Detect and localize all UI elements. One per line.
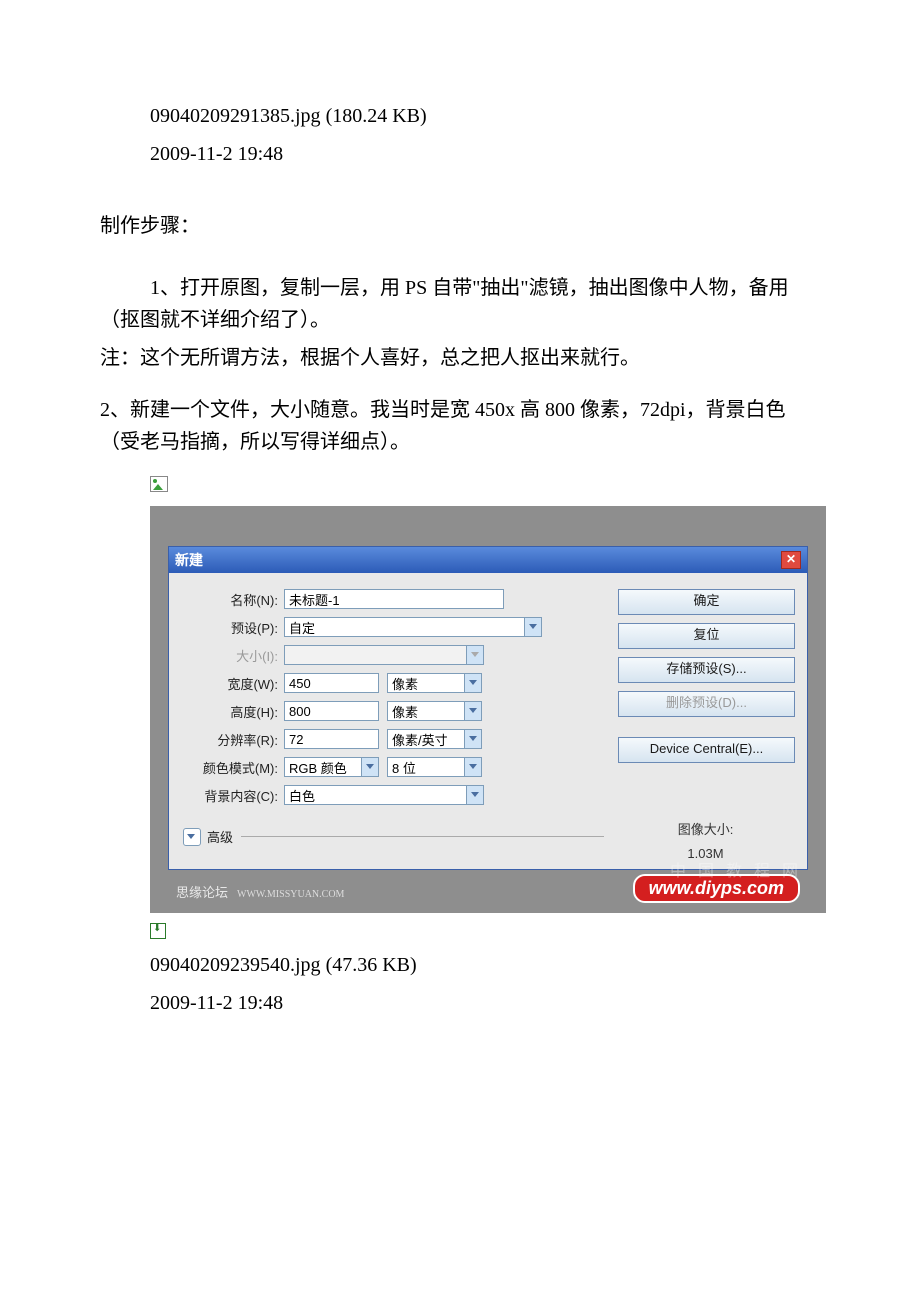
steps-heading: 制作步骤： bbox=[100, 210, 820, 242]
name-label: 名称(N): bbox=[183, 590, 284, 609]
advanced-toggle-icon[interactable] bbox=[183, 828, 201, 846]
delete-preset-button: 删除预设(D)... bbox=[618, 691, 795, 717]
filename: 09040209291385.jpg bbox=[150, 105, 321, 127]
step2-text: 2、新建一个文件，大小随意。我当时是宽 450x 高 800 像素，72dpi，… bbox=[100, 394, 820, 458]
bottom-image-timestamp: 2009-11-2 19:48 bbox=[150, 987, 820, 1019]
advanced-label: 高级 bbox=[207, 827, 233, 846]
filename: 09040209239540.jpg bbox=[150, 954, 321, 976]
height-unit-select[interactable]: 像素 bbox=[387, 701, 482, 721]
bitdepth-value: 8 位 bbox=[388, 758, 464, 777]
preset-value: 自定 bbox=[285, 618, 524, 637]
close-icon[interactable]: ✕ bbox=[781, 551, 801, 569]
step1-text: 1、打开原图，复制一层，用 PS 自带"抽出"滤镜，抽出图像中人物，备用（抠图就… bbox=[100, 272, 820, 336]
width-input[interactable] bbox=[284, 673, 379, 693]
colormode-value: RGB 颜色 bbox=[285, 758, 361, 777]
resolution-unit: 像素/英寸 bbox=[388, 730, 464, 749]
filesize: (180.24 KB) bbox=[326, 105, 427, 127]
width-unit: 像素 bbox=[388, 674, 464, 693]
dialog-titlebar: 新建 ✕ bbox=[169, 547, 807, 573]
chevron-down-icon bbox=[524, 618, 541, 636]
reset-button[interactable]: 复位 bbox=[618, 623, 795, 649]
bg-label: 背景内容(C): bbox=[183, 786, 284, 805]
save-preset-button[interactable]: 存储预设(S)... bbox=[618, 657, 795, 683]
chevron-down-icon bbox=[464, 758, 481, 776]
size-label: 大小(I): bbox=[183, 646, 284, 665]
chevron-down-icon bbox=[464, 674, 481, 692]
image-size-label: 图像大小: bbox=[618, 819, 793, 838]
colormode-select[interactable]: RGB 颜色 bbox=[284, 757, 379, 777]
height-input[interactable] bbox=[284, 701, 379, 721]
divider bbox=[241, 836, 604, 837]
size-select bbox=[284, 645, 484, 665]
colormode-label: 颜色模式(M): bbox=[183, 758, 284, 777]
image-placeholder-icon bbox=[150, 476, 168, 492]
preset-select[interactable]: 自定 bbox=[284, 617, 542, 637]
download-icon bbox=[150, 923, 166, 939]
cn-watermark: 中 国 教 程 网 bbox=[670, 857, 802, 881]
ok-button[interactable]: 确定 bbox=[618, 589, 795, 615]
chevron-down-icon bbox=[361, 758, 378, 776]
resolution-unit-select[interactable]: 像素/英寸 bbox=[387, 729, 482, 749]
name-input[interactable] bbox=[284, 589, 504, 609]
bottom-image-filename: 09040209239540.jpg (47.36 KB) bbox=[150, 949, 820, 981]
step1-note: 注：这个无所谓方法，根据个人喜好，总之把人抠出来就行。 bbox=[100, 342, 820, 374]
bitdepth-select[interactable]: 8 位 bbox=[387, 757, 482, 777]
bg-value: 白色 bbox=[285, 786, 466, 805]
forum-label: 思缘论坛 bbox=[176, 885, 228, 900]
new-document-dialog: 新建 ✕ 名称(N): 预设(P): 自定 bbox=[168, 546, 808, 870]
dialog-title: 新建 bbox=[175, 550, 203, 570]
top-image-filename: 09040209291385.jpg (180.24 KB) bbox=[150, 100, 820, 132]
device-central-button[interactable]: Device Central(E)... bbox=[618, 737, 795, 763]
top-image-timestamp: 2009-11-2 19:48 bbox=[150, 138, 820, 170]
bg-select[interactable]: 白色 bbox=[284, 785, 484, 805]
height-unit: 像素 bbox=[388, 702, 464, 721]
filesize: (47.36 KB) bbox=[326, 954, 417, 976]
width-unit-select[interactable]: 像素 bbox=[387, 673, 482, 693]
preset-label: 预设(P): bbox=[183, 618, 284, 637]
chevron-down-icon bbox=[464, 702, 481, 720]
resolution-input[interactable] bbox=[284, 729, 379, 749]
chevron-down-icon bbox=[466, 646, 483, 664]
screenshot-frame: www.bdocx.com 新建 ✕ 名称(N): 预设(P): 自定 bbox=[150, 506, 826, 913]
chevron-down-icon bbox=[466, 786, 483, 804]
resolution-label: 分辨率(R): bbox=[183, 730, 284, 749]
width-label: 宽度(W): bbox=[183, 674, 284, 693]
chevron-down-icon bbox=[464, 730, 481, 748]
height-label: 高度(H): bbox=[183, 702, 284, 721]
forum-url: WWW.MISSYUAN.COM bbox=[237, 889, 344, 900]
